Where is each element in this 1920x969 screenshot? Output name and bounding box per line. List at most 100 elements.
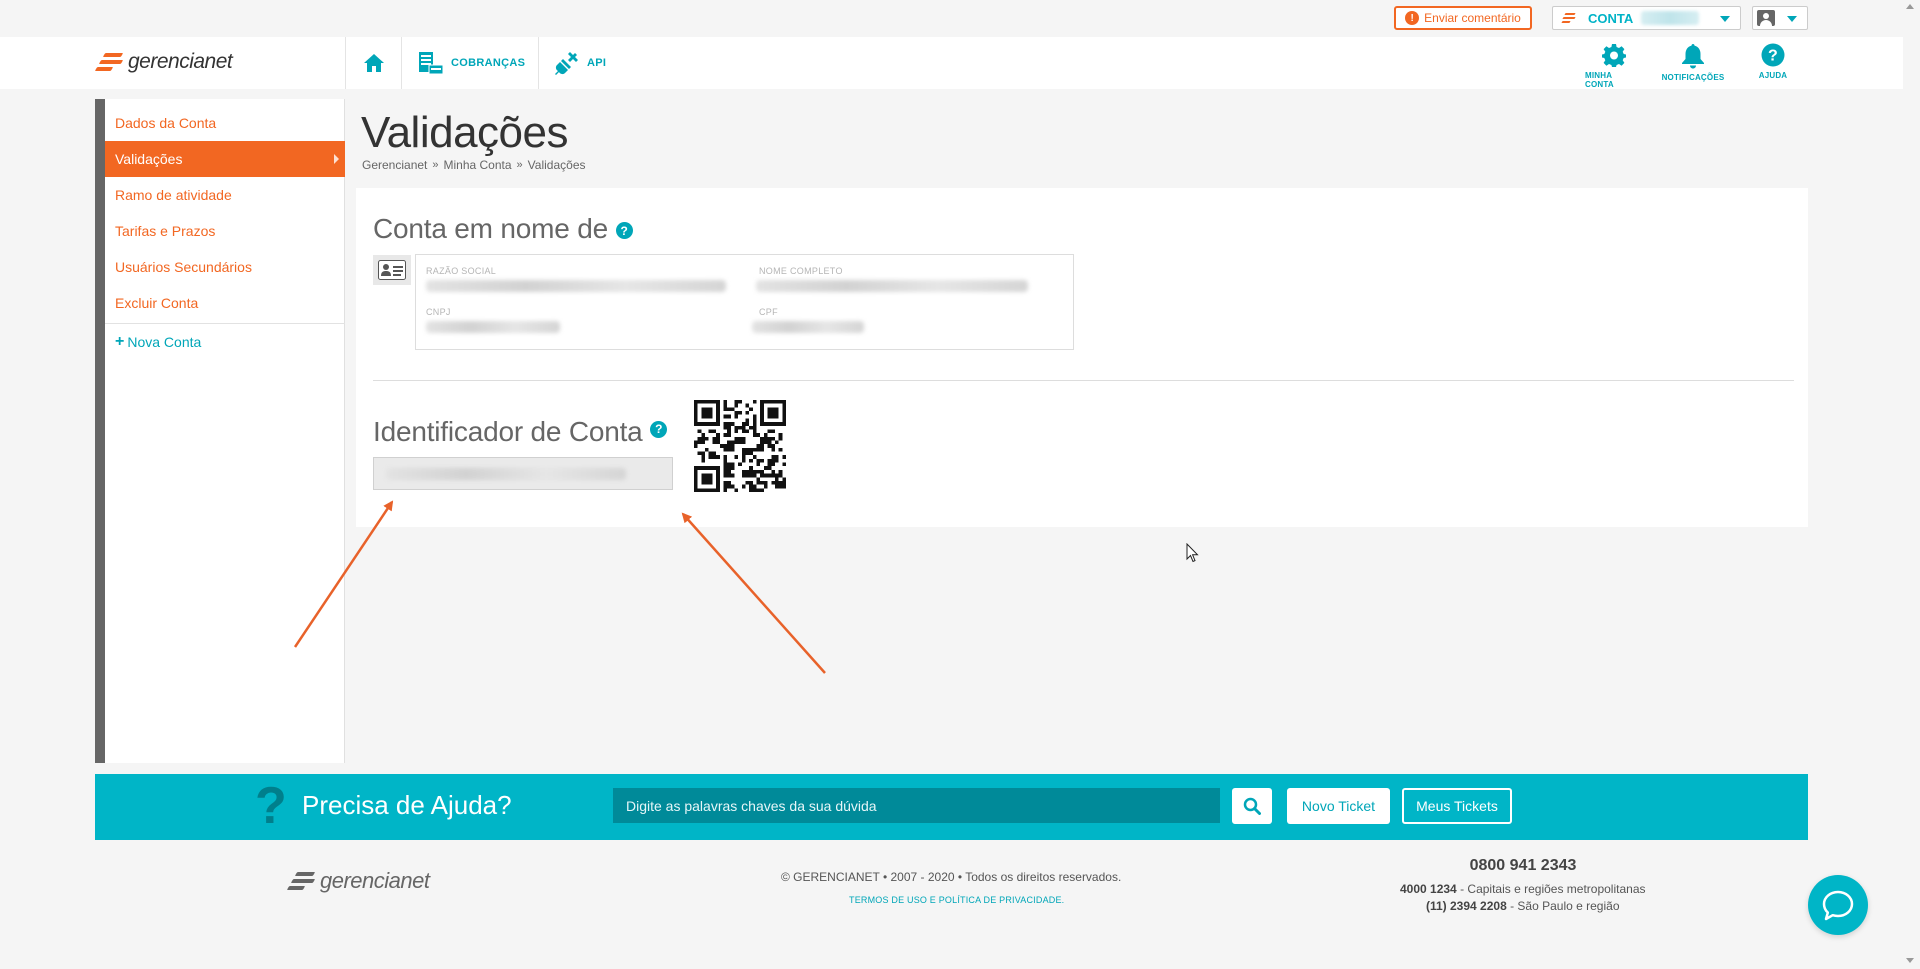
copyright-text: © GERENCIANET • 2007 - 2020 • Todos os d… [781,870,1122,884]
account-identifier-section: Identificador de Conta ? [373,416,668,448]
sidebar-item-label: Dados da Conta [115,115,217,131]
phone-sp-number: (11) 2394 2208 [1426,899,1507,913]
phone-capitals-text: - Capitais e regiões metropolitanas [1456,882,1646,896]
nav-minha-conta-label: MINHA CONTA [1585,71,1614,89]
my-tickets-button[interactable]: Meus Tickets [1402,788,1512,824]
breadcrumb-item: Validações [527,158,586,172]
help-search-button[interactable] [1232,788,1272,824]
sidebar-item-label: Usuários Secundários [115,259,252,275]
question-circle-icon: ? [1761,43,1785,67]
phone-capitals-number: 4000 1234 [1400,882,1457,896]
plus-icon: + [115,333,125,350]
sidebar-item-tarifas-e-prazos[interactable]: Tarifas e Prazos [105,213,345,249]
terms-privacy-link[interactable]: TERMOS DE USO E POLÍTICA DE PRIVACIDADE. [849,895,1064,905]
chevron-down-icon [1720,16,1730,22]
bell-icon [1682,44,1704,69]
nav-cobrancas-label: COBRANÇAS [451,57,526,69]
page-title: Validações [361,108,569,157]
account-name-redacted [1641,11,1700,25]
phone-sao-paulo: (11) 2394 2208 - São Paulo e região [1426,899,1620,913]
utility-bar: ! Enviar comentário CONTA [0,0,1920,37]
nav-api-label: API [587,57,607,69]
sidebar-item-usuarios-secundarios[interactable]: Usuários Secundários [105,249,345,285]
sidebar-item-label: Nova Conta [127,334,202,350]
gerencianet-logo[interactable]: gerencianet [94,50,233,74]
nome-completo-value-redacted [756,280,1028,292]
nav-home[interactable] [347,37,401,89]
phone-capitals: 4000 1234 - Capitais e regiões metropoli… [1400,882,1646,896]
help-bar-title: Precisa de Ajuda? [302,790,512,820]
cnpj-value-redacted [426,321,560,333]
chevron-down-icon [1787,16,1797,22]
gerencianet-logo-mark [286,869,316,893]
nav-divider [401,37,402,89]
sidebar-item-excluir-conta[interactable]: Excluir Conta [105,285,345,321]
comment-icon: ! [1405,11,1420,25]
phone-main: 0800 941 2343 [1469,857,1577,874]
validation-card: Conta em nome de ? RAZÃO SOCIAL NOME COM… [356,188,1808,527]
qr-code [694,400,786,492]
account-label: CONTA [1588,10,1634,26]
sidebar-item-label: Ramo de atividade [115,187,232,203]
gerencianet-mini-logo [1561,13,1576,23]
sidebar-item-label: Tarifas e Prazos [115,223,216,239]
sidebar-item-ramo-de-atividade[interactable]: Ramo de atividade [105,177,345,213]
phone-sp-text: - São Paulo e região [1506,899,1620,913]
send-feedback-label: Enviar comentário [1424,11,1521,25]
sidebar-item-label: Excluir Conta [115,295,199,311]
scroll-down-icon[interactable] [1906,958,1914,963]
account-owner-title: Conta em nome de [373,213,608,244]
nav-api[interactable]: API [554,37,606,89]
breadcrumb-separator: » [516,159,523,171]
account-sidebar: Dados da Conta Validações Ramo de ativid… [95,99,345,763]
question-circle-icon[interactable]: ? [615,222,633,240]
scroll-up-icon[interactable] [1906,4,1914,9]
account-identifier-title: Identificador de Conta [373,416,643,447]
cpf-value-redacted [752,321,864,333]
breadcrumb-item[interactable]: Minha Conta [444,158,512,172]
cpf-label: CPF [759,307,778,317]
account-identifier-field[interactable] [373,457,673,490]
account-selector[interactable]: CONTA [1552,6,1741,30]
user-avatar-icon [1757,10,1775,26]
id-card-icon [373,255,411,285]
razao-social-value-redacted [426,280,726,292]
question-mark-icon: ? [255,777,287,835]
chat-bubble-icon [1822,890,1854,921]
help-search-input[interactable] [613,788,1220,823]
footer-gerencianet-logo: gerencianet [286,868,430,894]
nav-cobrancas[interactable]: COBRANÇAS [418,37,525,89]
razao-social-label: RAZÃO SOCIAL [426,266,497,276]
nav-ajuda[interactable]: ? AJUDA [1755,43,1791,80]
gerencianet-logo-mark [94,50,124,74]
question-circle-icon[interactable]: ? [650,420,668,438]
search-icon [1243,797,1261,815]
nav-minha-conta[interactable]: MINHA CONTA [1585,43,1643,89]
section-divider [373,380,1794,381]
sidebar-item-label: Validações [115,151,183,167]
sidebar-item-validacoes[interactable]: Validações [105,141,345,177]
breadcrumb-separator: » [432,159,439,171]
main-navigation: gerencianet COBRANÇAS API MINHA CONTA NO… [0,37,1903,89]
sidebar-item-dados-da-conta[interactable]: Dados da Conta [105,105,345,141]
cnpj-label: CNPJ [426,307,451,317]
nav-divider [538,37,539,89]
scrollbar[interactable] [1903,0,1920,969]
svg-text:?: ? [1768,48,1778,65]
user-menu[interactable] [1752,6,1808,30]
home-icon [364,54,384,72]
nav-notificacoes[interactable]: NOTIFICAÇÕES [1660,43,1726,82]
send-feedback-button[interactable]: ! Enviar comentário [1394,6,1532,30]
chat-button[interactable] [1808,875,1868,935]
new-ticket-button[interactable]: Novo Ticket [1287,788,1390,824]
nome-completo-label: NOME COMPLETO [759,266,843,276]
breadcrumb-item[interactable]: Gerencianet [362,158,427,172]
footer-logo-text: gerencianet [320,868,430,893]
account-identifier-value-redacted [386,468,626,480]
nav-ajuda-label: AJUDA [1758,71,1788,80]
nav-divider [345,37,346,89]
sidebar-item-nova-conta[interactable]: + Nova Conta [105,324,345,360]
nav-notificacoes-label: NOTIFICAÇÕES [1661,73,1725,82]
gear-icon [1602,44,1626,67]
plug-icon [555,52,578,75]
